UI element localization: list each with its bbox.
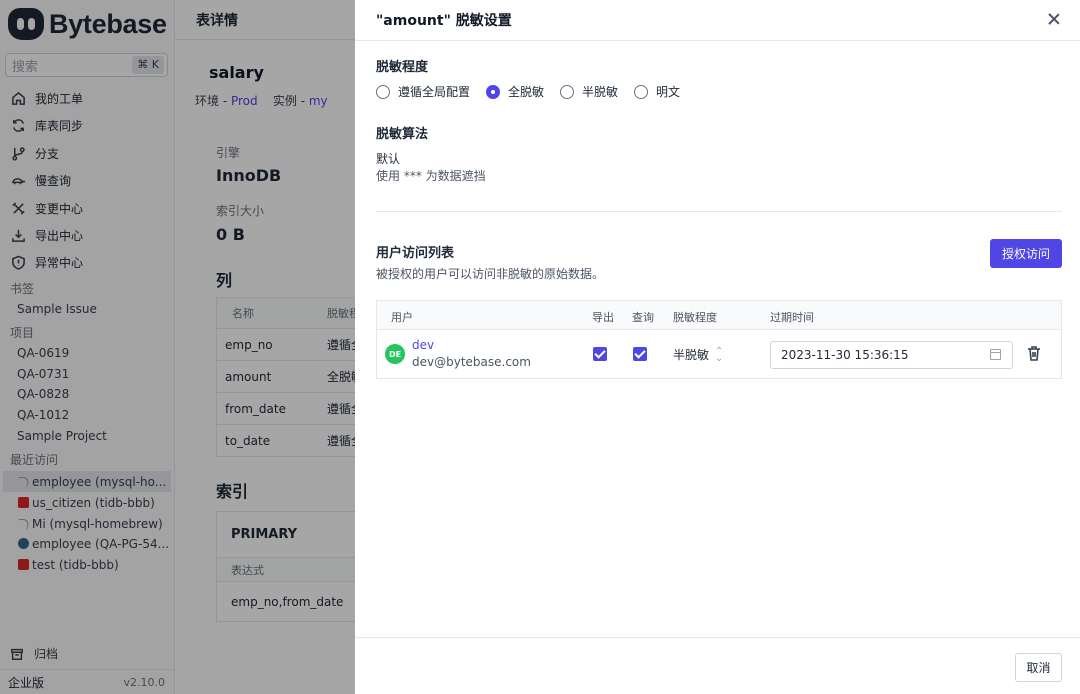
radio-plain-text[interactable]: 明文 [634,83,680,100]
access-table: 用户 导出 查询 脱敏程度 过期时间 DE dev dev@bytebase.c… [376,300,1062,379]
calendar-icon[interactable] [990,349,1001,360]
radio-circle-selected [486,84,501,99]
table-header-row: 用户 导出 查询 脱敏程度 过期时间 [377,301,1061,330]
expire-time-value: 2023-11-30 15:36:15 [781,348,909,362]
radio-label: 全脱敏 [508,85,545,99]
user-email: dev@bytebase.com [412,355,531,369]
masking-algorithm-title: 脱敏算法 [376,127,429,142]
radio-full-mask[interactable]: 全脱敏 [486,83,544,100]
column-header: 查询 [632,311,654,324]
algorithm-name: 默认 [376,152,401,166]
radio-circle [634,84,649,99]
column-header: 过期时间 [770,311,814,324]
trash-icon[interactable] [1027,345,1041,361]
masking-level-title: 脱敏程度 [376,60,429,75]
radio-label: 明文 [656,85,681,99]
access-list-description: 被授权的用户可以访问非脱敏的原始数据。 [376,267,605,281]
user-name-link[interactable]: dev [412,338,434,352]
radio-label: 半脱敏 [582,85,619,99]
drawer-footer: 取消 [355,637,1080,694]
drawer-header: "amount" 脱敏设置 [355,0,1080,41]
query-checkbox[interactable] [633,347,647,361]
grant-access-button[interactable]: 授权访问 [990,239,1062,268]
close-icon[interactable] [1046,11,1062,27]
column-header: 用户 [391,311,413,324]
expire-time-input[interactable]: 2023-11-30 15:36:15 [770,341,1013,369]
masking-settings-drawer: "amount" 脱敏设置 脱敏程度 遵循全局配置 全脱敏 半脱敏 明文 脱敏算… [355,0,1080,694]
column-header: 脱敏程度 [673,311,717,324]
cancel-button[interactable]: 取消 [1015,653,1062,682]
avatar: DE [385,344,405,364]
radio-label: 遵循全局配置 [398,85,471,99]
divider [376,211,1062,212]
algorithm-description: 使用 *** 为数据遮挡 [376,169,486,183]
radio-follow-global[interactable]: 遵循全局配置 [376,83,470,100]
column-header: 导出 [592,311,614,324]
drawer-title: "amount" 脱敏设置 [376,13,512,29]
radio-partial-mask[interactable]: 半脱敏 [560,83,618,100]
masking-level-value: 半脱敏 [673,348,710,362]
radio-circle [376,84,390,99]
export-checkbox[interactable] [593,347,607,361]
masking-level-radio-group: 遵循全局配置 全脱敏 半脱敏 明文 [376,83,680,100]
chevron-updown-icon: ⌃ ⌄ [715,345,724,364]
masking-level-select[interactable]: 半脱敏 ⌃ ⌄ [673,346,723,363]
radio-circle [560,84,575,99]
access-list-title: 用户访问列表 [376,246,455,261]
